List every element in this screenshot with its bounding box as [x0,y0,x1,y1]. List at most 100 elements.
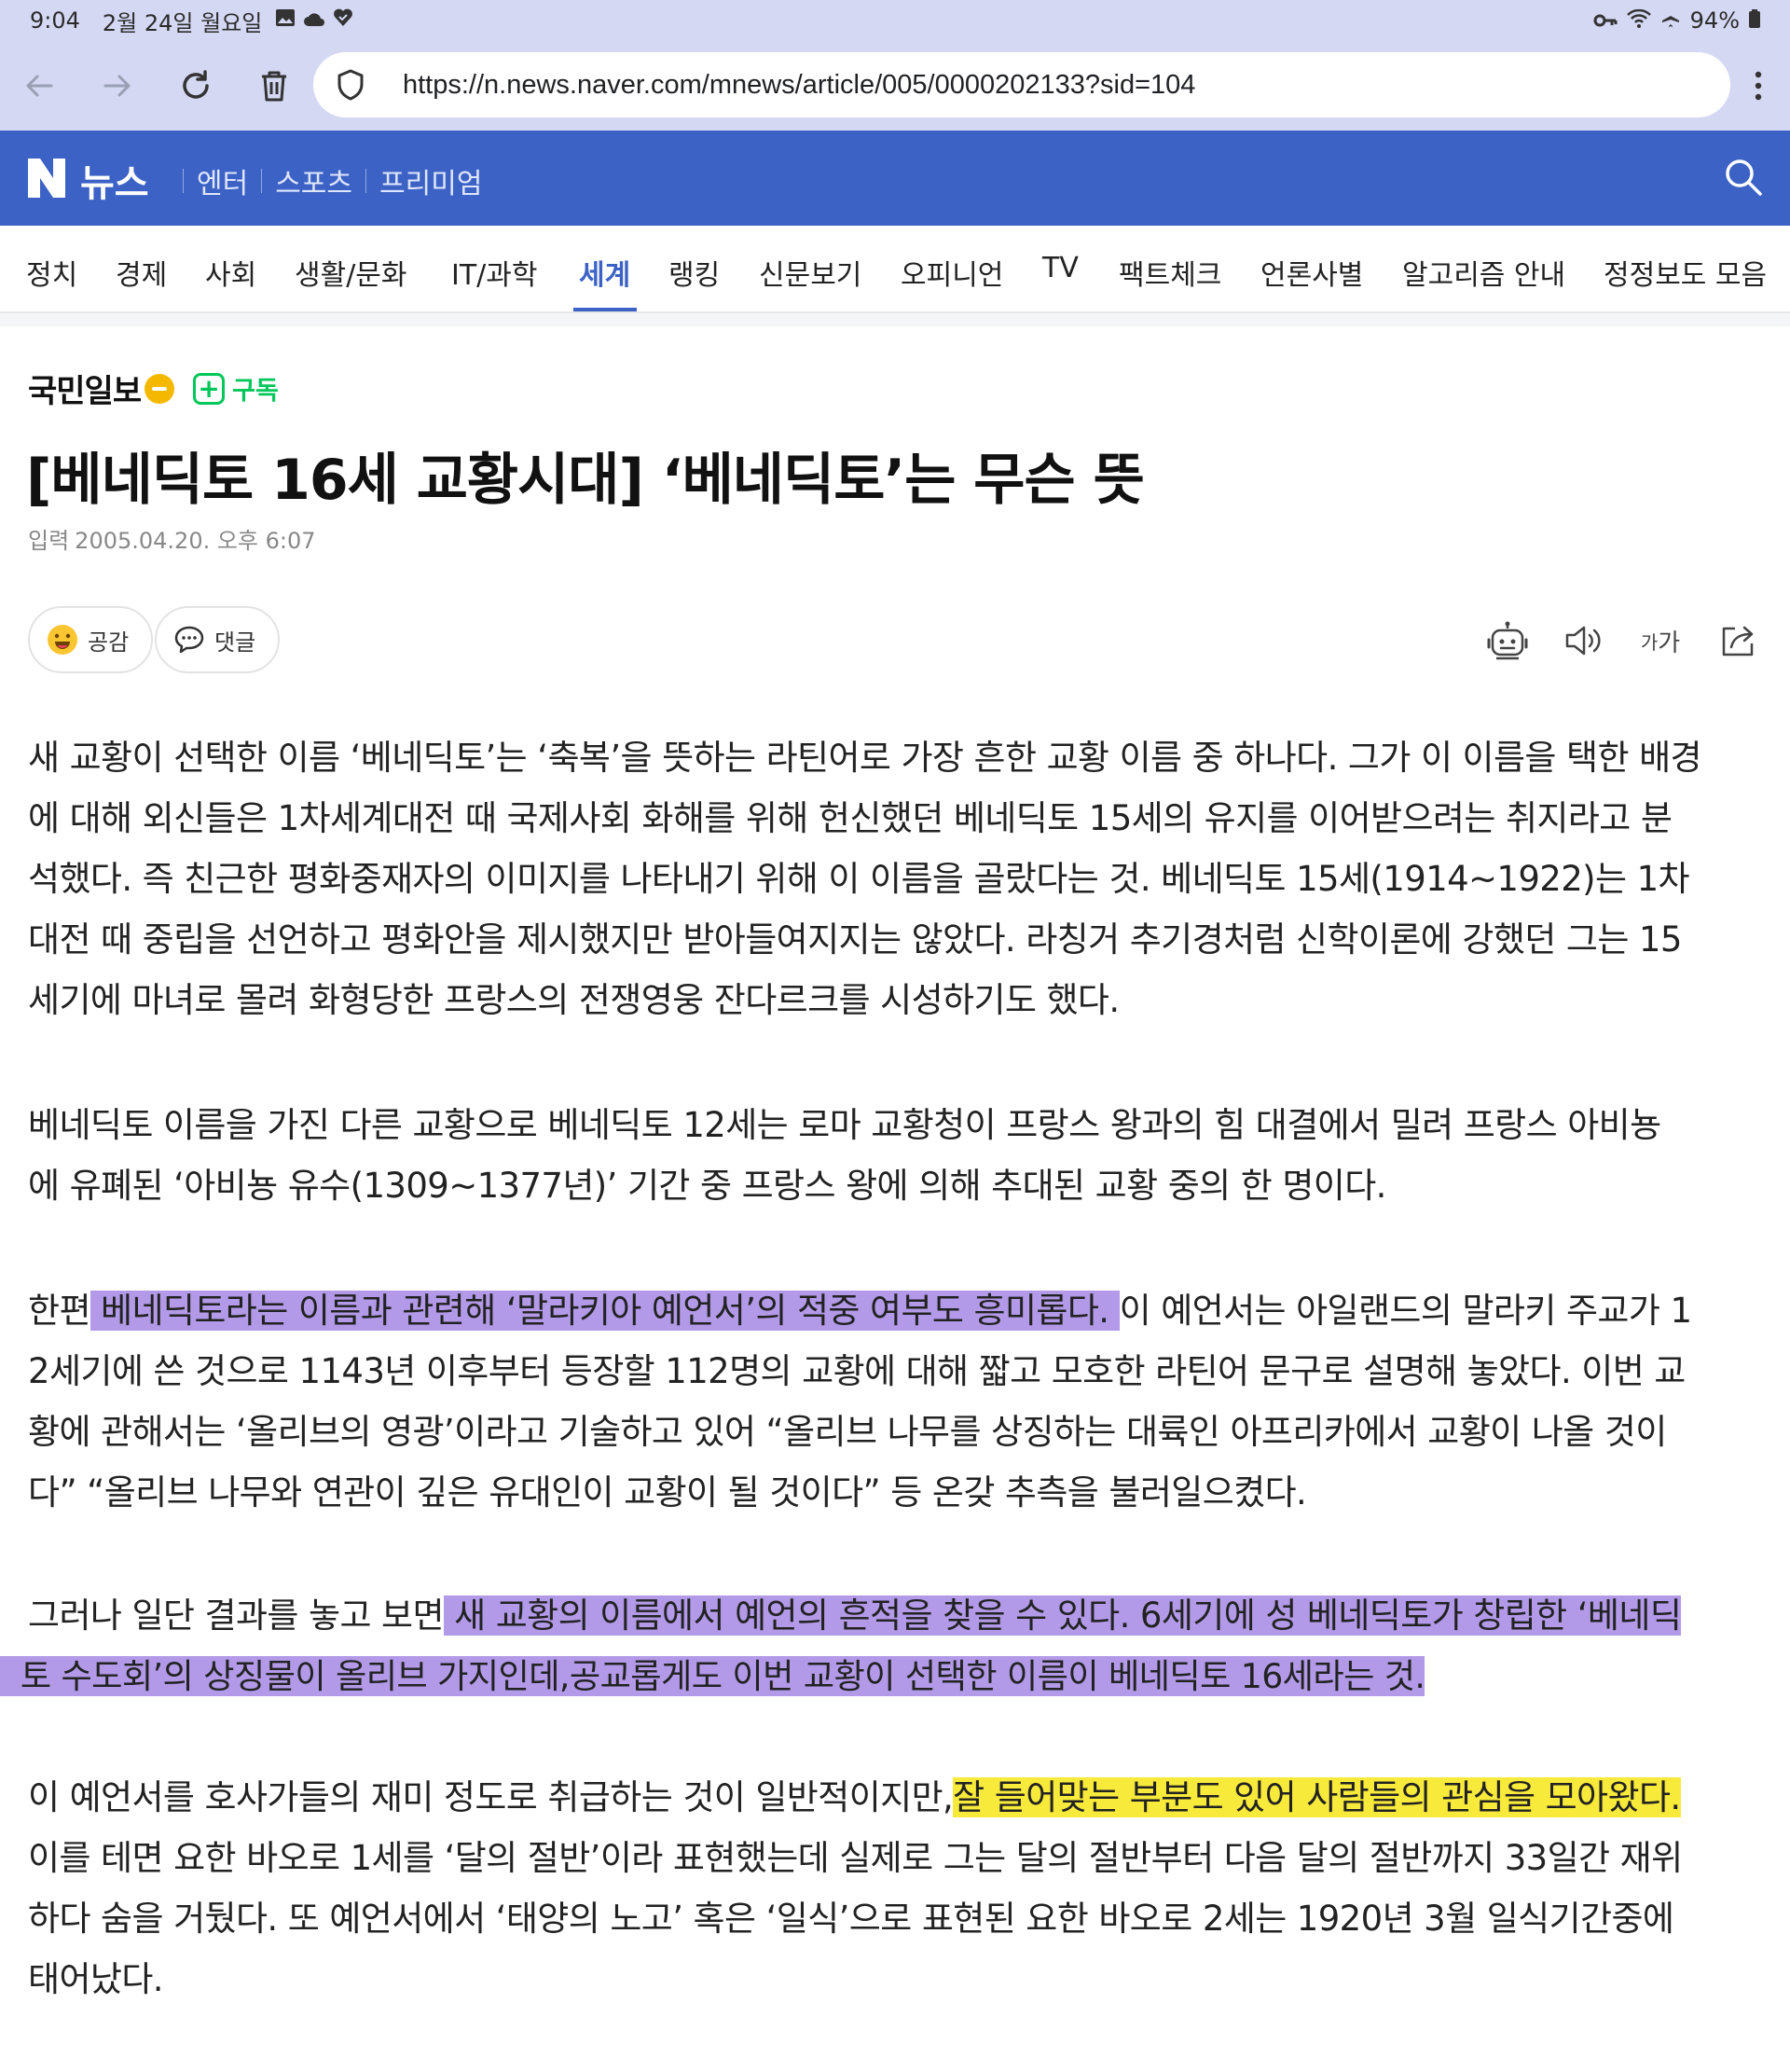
paragraph-line: 에 대해 외신들은 1차세계대전 때 국제사회 화해를 위해 헌신했던 베네딕토… [28,798,1673,838]
tab-life-culture[interactable]: 생활/문화 [295,252,407,293]
divider [261,169,263,193]
text-run: 이 예언서는 아일랜드의 말라키 주교가 1 [1119,1291,1692,1331]
paragraph-line: 에 유폐된 ‘아비뇽 유수(1309~1377년)’ 기간 중 프랑스 왕에 의… [28,1166,1386,1206]
battery-icon [1749,7,1760,34]
key-icon [1593,7,1618,34]
divider [183,169,184,193]
status-bar: 9:04 2월 24일 월요일 94% [0,0,1790,41]
speaker-icon[interactable] [1563,619,1605,662]
font-size-icon[interactable]: 가가 [1637,619,1684,662]
trash-icon[interactable] [248,60,300,112]
divider [365,169,367,193]
comment-label: 댓글 [214,629,256,656]
smile-emoji-icon [47,624,78,656]
share-icon[interactable] [1717,619,1760,662]
header-shadow [0,313,1790,326]
paragraph-line: 이를 테면 요한 바오로 1세를 ‘달의 절반’이라 표현했는데 실제로 그는 … [28,1838,1683,1878]
paragraph-line: 다” “올리브 나무와 연관이 깊은 유대인이 교황이 될 것이다” 등 온갖 … [28,1472,1307,1513]
article-title: [베네딕토 16세 교황시대] ‘베네딕토’는 무슨 뜻 [26,448,1145,513]
paragraph-line: 새 교황이 선택한 이름 ‘베네딕토’는 ‘축복’을 뜻하는 라틴어로 가장 흔… [28,738,1702,778]
font-size-small-label: 가 [1640,630,1659,654]
vpn-heart-icon [333,8,353,33]
wifi-icon [1626,7,1651,34]
active-tab-indicator [573,308,637,311]
tab-newspaper[interactable]: 신문보기 [759,252,861,293]
article-paragraph: 한편 베네딕토라는 이름과 관련해 ‘말라키아 예언서’의 적중 여부도 흥미롭… [28,1280,1771,1523]
paragraph-line: 이 예언서를 호사가들의 재미 정도로 취급하는 것이 일반적이지만,잘 들어맞… [28,1767,1771,1828]
news-brand[interactable]: 뉴스 [80,153,149,207]
url-text[interactable]: https://n.news.naver.com/mnews/article/0… [403,70,1195,101]
search-icon[interactable] [1723,157,1764,198]
font-size-large-label: 가 [1658,629,1681,657]
paragraph-line: 한편 베네딕토라는 이름과 관련해 ‘말라키아 예언서’의 적중 여부도 흥미롭… [28,1280,1771,1341]
press-info: 국민일보 + 구독 [28,366,279,411]
date-label: 입력 [28,528,70,554]
paragraph-line: 황에 관해서는 ‘올리브의 영광’이라고 기술하고 있어 “올리브 나무를 상징… [28,1412,1667,1452]
forward-icon[interactable] [91,60,144,112]
tab-algorithm[interactable]: 알고리즘 안내 [1402,252,1565,293]
tab-politics[interactable]: 정치 [26,252,77,293]
tab-ranking[interactable]: 랭킹 [668,252,720,293]
comment-button[interactable]: 댓글 [155,606,281,673]
text-run: 토 수도회’의 상징물이 올리브 가지인데,공교롭게도 이번 교황이 선택한 이… [20,1656,1425,1696]
subscribe-button[interactable]: + 구독 [193,370,279,407]
tab-it-science[interactable]: IT/과학 [451,252,537,293]
cloud-icon [303,9,325,33]
article-paragraph: 이 예언서를 호사가들의 재미 정도로 취급하는 것이 일반적이지만,잘 들어맞… [28,1767,1771,2010]
header-links: 엔터 스포츠 프리미엄 [170,160,482,201]
highlighted-text[interactable]: 베네딕토라는 이름과 관련해 ‘말라키아 예언서’의 적중 여부도 흥미롭다. [90,1291,1120,1331]
site-header: 뉴스 엔터 스포츠 프리미엄 [0,131,1790,226]
paragraph-line: 그러나 일단 결과를 놓고 보면 새 교황의 이름에서 예언의 흔적을 찾을 수… [28,1585,1771,1646]
article-paragraph: 새 교황이 선택한 이름 ‘베네딕토’는 ‘축복’을 뜻하는 라틴어로 가장 흔… [28,727,1771,1030]
address-bar[interactable]: https://n.news.naver.com/mnews/article/0… [313,52,1730,117]
paragraph-line: 2세기에 쓴 것으로 1143년 이후부터 등장할 112명의 교황에 대해 짧… [28,1351,1686,1391]
reaction-label: 공감 [88,629,130,656]
status-time: 9:04 [30,7,80,34]
tab-opinion[interactable]: 오피니언 [901,252,1003,293]
header-link-premium[interactable]: 프리미엄 [379,160,482,201]
text-run: 그러나 일단 결과를 놓고 보면 [28,1595,445,1636]
gallery-icon [275,8,296,33]
airplane-icon [1660,7,1681,34]
section-menu: 정치 경제 사회 생활/문화 IT/과학 세계 랭킹 신문보기 오피니언 TV … [0,226,1790,313]
highlighted-text[interactable]: 잘 들어맞는 부분도 있어 사람들의 관심을 모아왔다. [953,1777,1681,1817]
tab-corrections[interactable]: 정정보도 모음 [1604,252,1767,293]
paragraph-line: 대전 때 중립을 선언하고 평화안을 제시했지만 받아들여지지는 않았다. 라칭… [28,919,1682,960]
battery-level: 94% [1689,7,1740,34]
tab-factcheck[interactable]: 팩트체크 [1119,252,1221,293]
speech-bubble-icon [173,625,205,655]
site-security-icon[interactable] [324,59,377,111]
press-badge-icon [145,373,175,404]
date-value: 2005.04.20. 오후 6:07 [75,528,316,554]
naver-logo-icon[interactable] [28,159,65,198]
header-link-enter[interactable]: 엔터 [197,160,248,201]
tab-world[interactable]: 세계 [579,252,630,293]
reaction-button[interactable]: 공감 [28,606,154,673]
article-date: 입력 2005.04.20. 오후 6:07 [28,522,316,555]
highlighted-text[interactable]: 새 교황의 이름에서 예언의 흔적을 찾을 수 있다. 6세기에 성 베네딕토가… [443,1595,1682,1636]
press-logo[interactable]: 국민일보 [28,366,142,411]
subscribe-label: 구독 [232,377,279,406]
paragraph-line: 베네딕토 이름을 가진 다른 교황으로 베네딕토 12세는 로마 교황청이 프랑… [28,1105,1661,1145]
plus-icon: + [193,372,226,405]
reload-icon[interactable] [170,60,222,112]
text-run: 한편 [28,1291,90,1331]
status-date: 2월 24일 월요일 [102,9,263,36]
tab-tv[interactable]: TV [1042,252,1079,284]
paragraph-line: 석했다. 즉 친근한 평화중재자의 이미지를 나타내기 위해 이 이름을 골랐다… [28,859,1690,899]
ai-summary-robot-icon[interactable] [1486,619,1529,662]
tab-by-press[interactable]: 언론사별 [1260,252,1363,293]
article-paragraph: 베네딕토 이름을 가진 다른 교황으로 베네딕토 12세는 로마 교황청이 프랑… [28,1095,1771,1216]
text-run: 이 예언서를 호사가들의 재미 정도로 취급하는 것이 일반적이지만, [28,1777,954,1817]
back-icon[interactable] [13,60,65,112]
paragraph-line: 하다 숨을 거뒀다. 또 예언서에서 ‘태양의 노고’ 혹은 ‘일식’으로 표현… [28,1899,1674,1939]
paragraph-line: 토 수도회’의 상징물이 올리브 가지인데,공교롭게도 이번 교황이 선택한 이… [0,1646,1771,1706]
tab-economy[interactable]: 경제 [116,252,167,293]
paragraph-line: 세기에 마녀로 몰려 화형당한 프랑스의 전쟁영웅 잔다르크를 시성하기도 했다… [28,980,1120,1020]
highlighted-text[interactable]: 토 수도회’의 상징물이 올리브 가지인데,공교롭게도 이번 교황이 선택한 이… [0,1656,1425,1696]
browser-toolbar: https://n.news.naver.com/mnews/article/0… [0,41,1790,131]
tab-society[interactable]: 사회 [205,252,256,293]
header-link-sports[interactable]: 스포츠 [275,160,352,201]
article-paragraph: 그러나 일단 결과를 놓고 보면 새 교황의 이름에서 예언의 흔적을 찾을 수… [0,1585,1771,1706]
more-menu-icon[interactable] [1742,60,1775,112]
